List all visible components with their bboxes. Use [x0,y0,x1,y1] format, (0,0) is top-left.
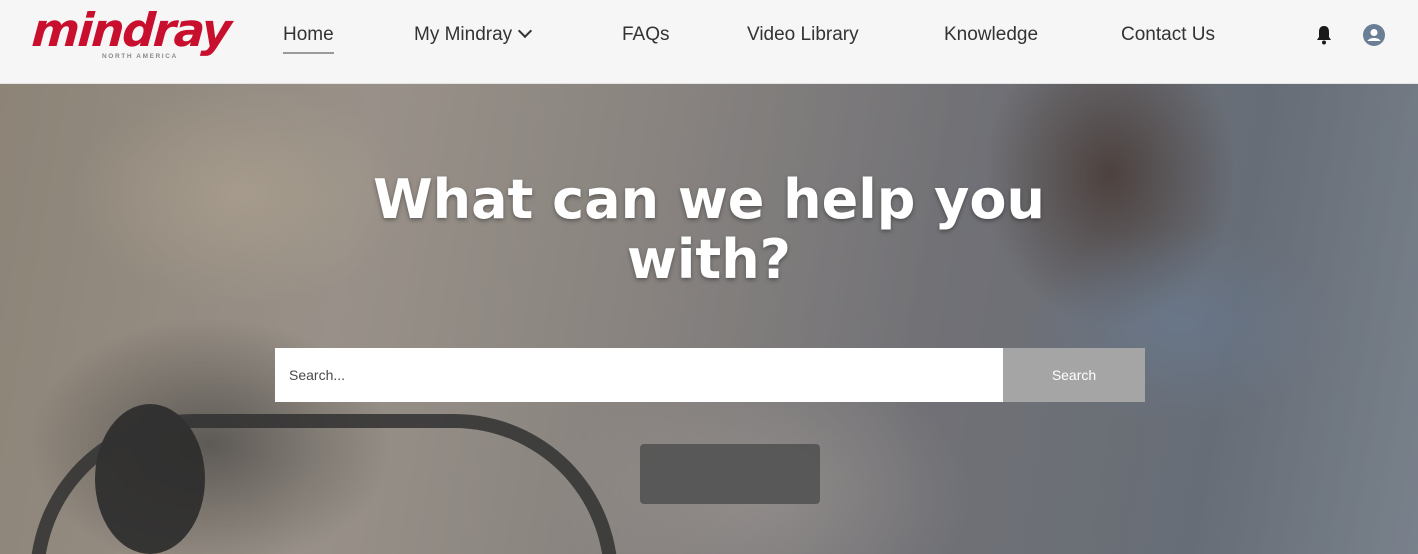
hero-title: What can we help you with? [373,168,1045,291]
nav-contact-us-label: Contact Us [1121,24,1215,45]
nav-home[interactable]: Home [283,22,334,54]
nav-my-mindray[interactable]: My Mindray [414,22,533,52]
nav-my-mindray-label: My Mindray [414,24,513,45]
nav-knowledge[interactable]: Knowledge [944,22,1038,52]
mindray-logo[interactable]: mindray NORTH AMERICA [30,3,231,64]
chevron-down-icon [518,23,533,39]
logo-subtext: NORTH AMERICA [102,53,178,60]
logo-wordmark: mindray [30,3,232,57]
nav-video-library[interactable]: Video Library [747,22,859,52]
nav-faqs-label: FAQs [622,24,670,45]
search-input[interactable] [275,348,1003,402]
nav-home-label: Home [283,24,334,45]
nav-knowledge-label: Knowledge [944,24,1039,45]
nav-video-library-label: Video Library [747,24,859,45]
nav-faqs[interactable]: FAQs [622,22,670,52]
hero-overlay [0,84,1418,554]
top-navigation-bar: mindray NORTH AMERICA Home My Mindray FA… [0,0,1418,84]
nav-contact-us[interactable]: Contact Us [1121,22,1215,52]
search-button[interactable]: Search [1003,348,1145,402]
user-avatar-icon[interactable] [1363,24,1385,46]
bell-icon[interactable] [1314,24,1334,46]
hero-banner: What can we help you with? Search [0,84,1418,554]
